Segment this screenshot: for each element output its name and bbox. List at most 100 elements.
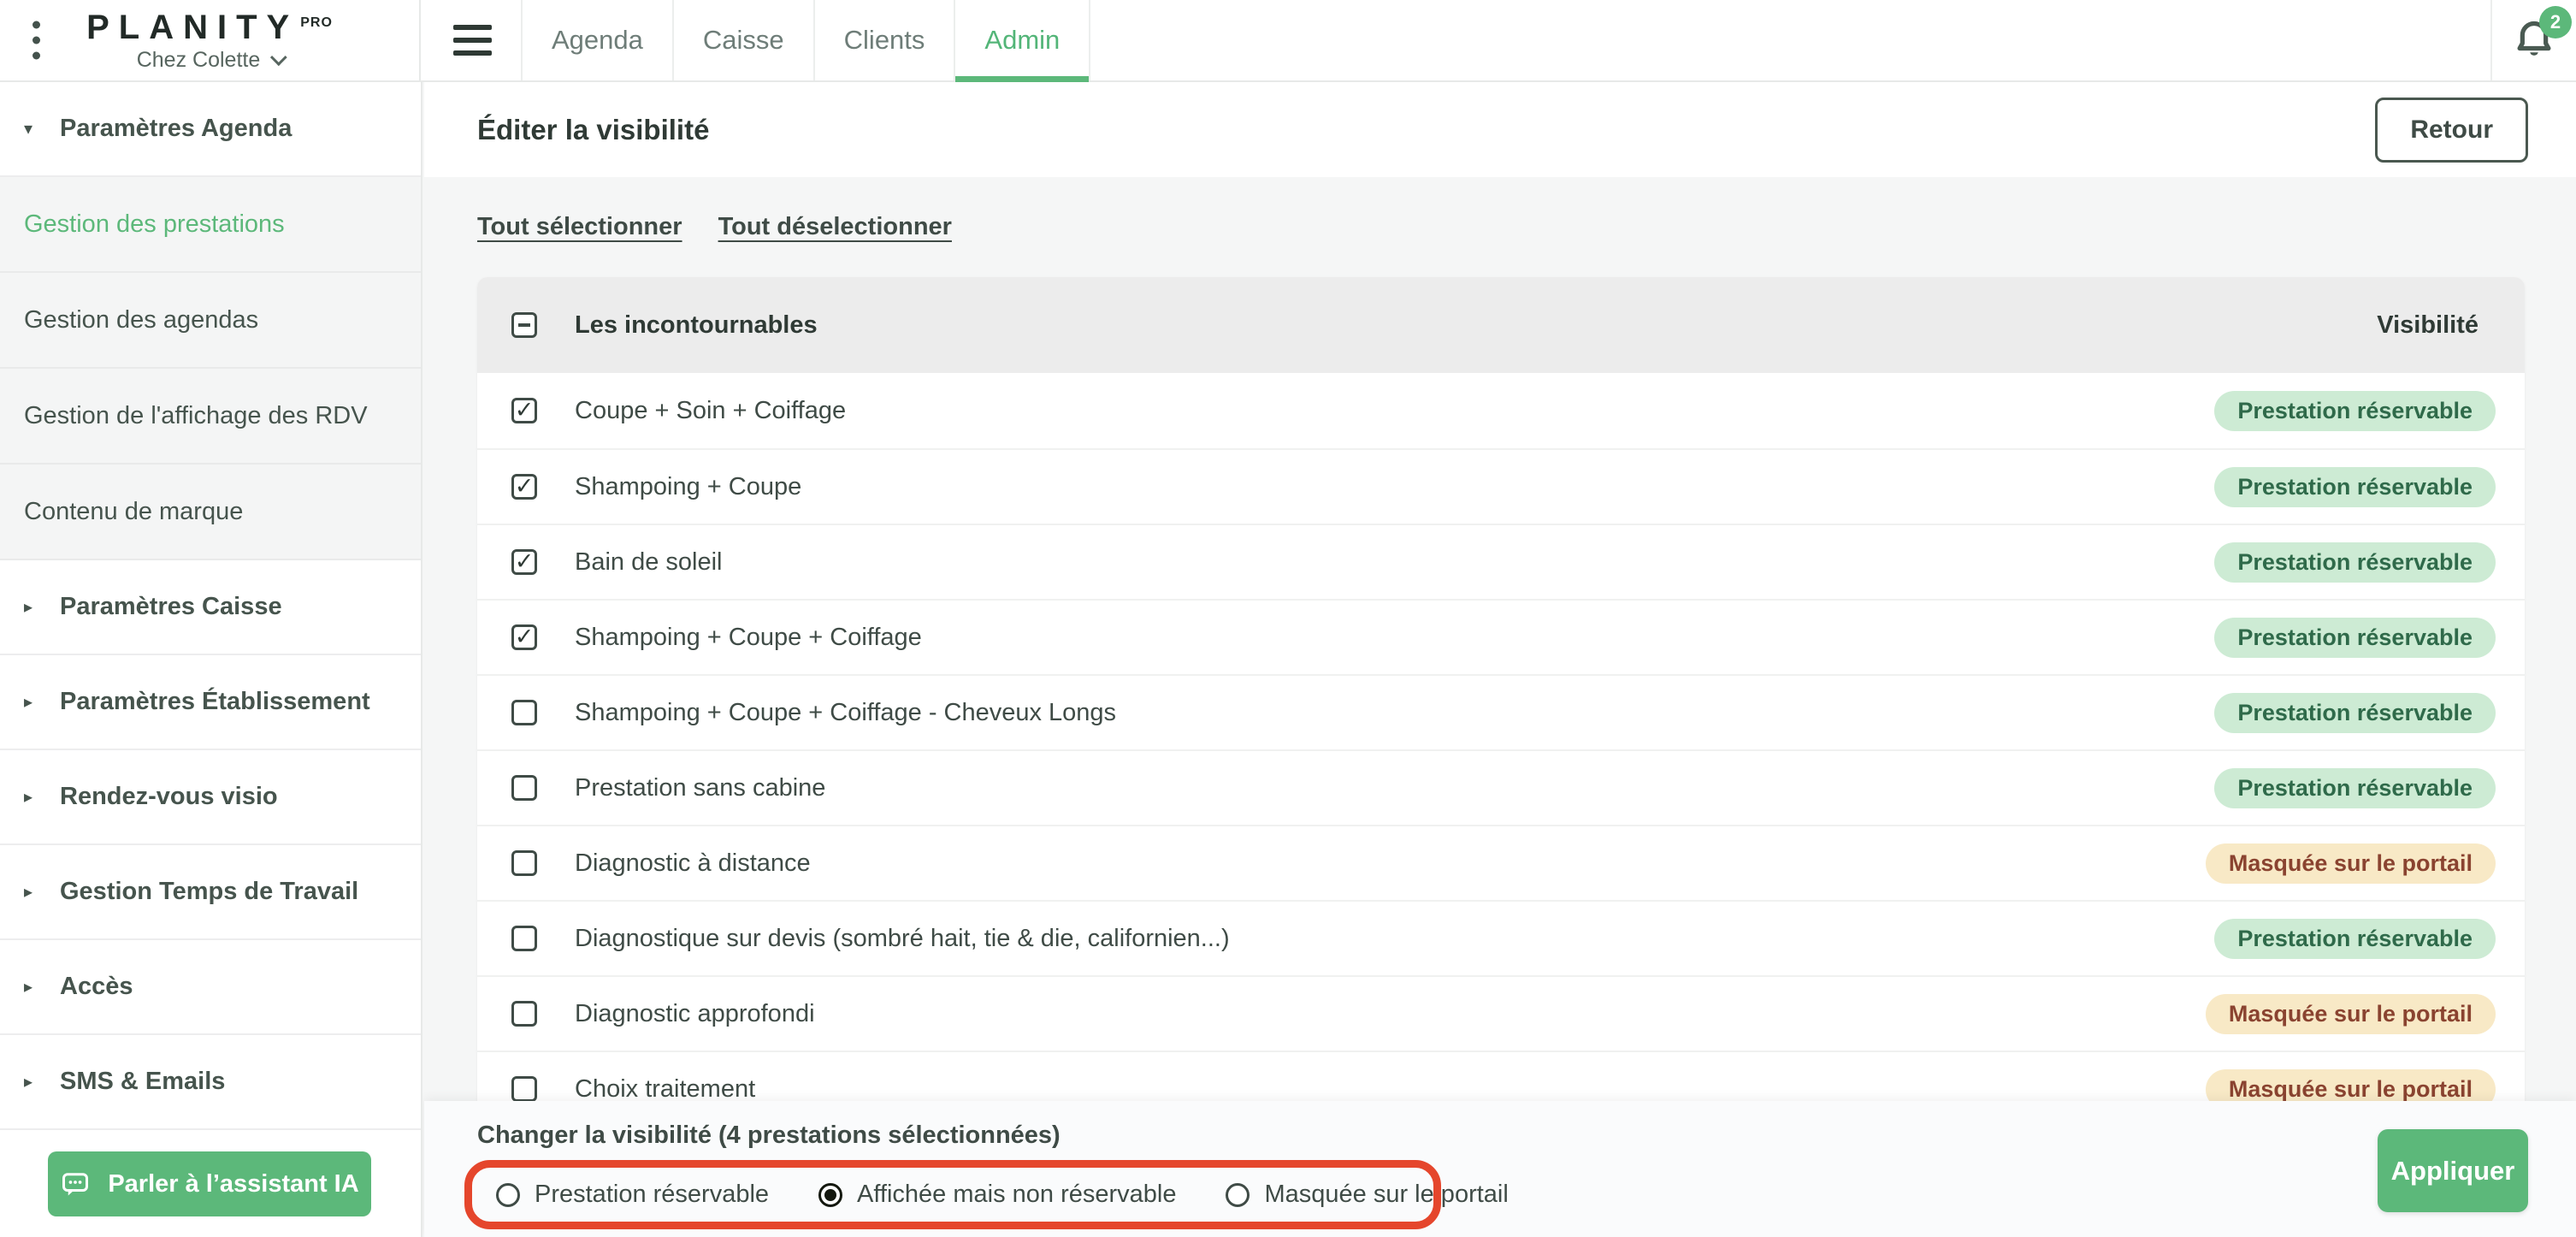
group-checkbox[interactable]: [511, 312, 537, 338]
group-header-row: Les incontournables Visibilité: [477, 277, 2525, 373]
sidebar-item-gestion-des-agendas[interactable]: Gestion des agendas: [0, 273, 421, 369]
tab-clients[interactable]: Clients: [813, 0, 954, 80]
hamburger-menu-icon[interactable]: [453, 25, 492, 56]
ai-assistant-label: Parler à l’assistant IA: [108, 1170, 358, 1199]
radio-icon[interactable]: [496, 1183, 520, 1207]
chat-bubble-icon: [60, 1169, 91, 1199]
status-badge: Prestation réservable: [2214, 919, 2496, 959]
tab-agenda[interactable]: Agenda: [521, 0, 672, 80]
triangle-collapsed-icon: ▸: [24, 786, 44, 808]
page-title: Éditer la visibilité: [477, 114, 709, 146]
deselect-all-link[interactable]: Tout déselectionner: [718, 213, 952, 241]
topbar: PLANITYPRO Chez Colette Agenda Caisse Cl…: [0, 0, 2576, 82]
radio-label: Prestation réservable: [535, 1181, 769, 1209]
prestation-label: Shampoing + Coupe: [575, 473, 801, 501]
ai-assistant-button[interactable]: Parler à l’assistant IA: [48, 1151, 371, 1216]
status-badge: Masquée sur le portail: [2206, 843, 2496, 884]
prestation-label: Choix traitement: [575, 1075, 755, 1104]
prestation-label: Shampoing + Coupe + Coiffage: [575, 624, 922, 652]
row-checkbox[interactable]: [511, 398, 537, 423]
sidebar-item-gestion-affichage-rdv[interactable]: Gestion de l'affichage des RDV: [0, 369, 421, 465]
sidebar-section-label: Paramètres Agenda: [60, 115, 292, 143]
sidebar-item-contenu-de-marque[interactable]: Contenu de marque: [0, 465, 421, 560]
status-badge: Prestation réservable: [2214, 768, 2496, 808]
status-badge: Prestation réservable: [2214, 618, 2496, 658]
notification-count-badge[interactable]: 2: [2539, 6, 2572, 38]
group-title: Les incontournables: [575, 311, 818, 340]
prestation-label: Diagnostique sur devis (sombré hait, tie…: [575, 925, 1230, 953]
planity-admin-app: PLANITYPRO Chez Colette Agenda Caisse Cl…: [0, 0, 2576, 1237]
bottom-action-bar: Changer la visibilité (4 prestations sél…: [424, 1101, 2576, 1237]
table-row: Diagnostic à distance Masquée sur le por…: [477, 825, 2525, 900]
row-checkbox[interactable]: [511, 775, 537, 801]
row-checkbox[interactable]: [511, 700, 537, 725]
status-badge: Masquée sur le portail: [2206, 994, 2496, 1034]
sidebar-section-gestion-temps-travail[interactable]: ▸ Gestion Temps de Travail: [0, 845, 421, 940]
annotation-highlight: Prestation réservable Affichée mais non …: [464, 1160, 1441, 1229]
row-checkbox[interactable]: [511, 549, 537, 575]
brand-area: PLANITYPRO Chez Colette: [0, 0, 421, 80]
status-badge: Prestation réservable: [2214, 391, 2496, 431]
row-checkbox[interactable]: [511, 474, 537, 500]
prestation-label: Diagnostic à distance: [575, 849, 811, 878]
radio-affichee-non-reservable[interactable]: Affichée mais non réservable: [818, 1181, 1176, 1209]
row-checkbox[interactable]: [511, 624, 537, 650]
status-badge: Prestation réservable: [2214, 693, 2496, 733]
triangle-expanded-icon: ▾: [24, 118, 44, 139]
change-visibility-label: Changer la visibilité (4 prestations sél…: [477, 1122, 1061, 1150]
brand-name: PLANITYPRO: [86, 9, 333, 45]
sidebar-section-label: SMS & Emails: [60, 1068, 225, 1096]
sidebar-section-label: Paramètres Établissement: [60, 688, 370, 716]
top-navigation: Agenda Caisse Clients Admin 2: [421, 0, 2576, 80]
prestation-label: Shampoing + Coupe + Coiffage - Cheveux L…: [575, 699, 1116, 727]
page-header: Éditer la visibilité Retour: [424, 82, 2576, 177]
sidebar-item-gestion-des-prestations[interactable]: Gestion des prestations: [0, 177, 421, 273]
triangle-collapsed-icon: ▸: [24, 691, 44, 713]
triangle-collapsed-icon: ▸: [24, 1071, 44, 1092]
sidebar-section-label: Paramètres Caisse: [60, 593, 282, 621]
content-area: Tout sélectionner Tout déselectionner Le…: [424, 177, 2576, 1126]
row-checkbox[interactable]: [511, 1076, 537, 1102]
table-row: Shampoing + Coupe Prestation réservable: [477, 448, 2525, 524]
row-checkbox[interactable]: [511, 1001, 537, 1027]
tab-admin[interactable]: Admin: [954, 0, 1090, 80]
apply-button[interactable]: Appliquer: [2378, 1129, 2528, 1212]
tab-caisse[interactable]: Caisse: [672, 0, 813, 80]
main-content: Éditer la visibilité Retour Tout sélecti…: [424, 82, 2576, 1237]
triangle-collapsed-icon: ▸: [24, 596, 44, 618]
brand-logo: PLANITYPRO Chez Colette: [86, 9, 333, 71]
radio-label: Affichée mais non réservable: [857, 1181, 1176, 1209]
sidebar-section-label: Gestion Temps de Travail: [60, 878, 358, 906]
table-row: Diagnostique sur devis (sombré hait, tie…: [477, 900, 2525, 975]
back-button[interactable]: Retour: [2375, 98, 2528, 163]
table-row: Shampoing + Coupe + Coiffage - Cheveux L…: [477, 674, 2525, 749]
sidebar: ▾ Paramètres Agenda Gestion des prestati…: [0, 82, 422, 1237]
row-checkbox[interactable]: [511, 926, 537, 951]
sidebar-section-parametres-etablissement[interactable]: ▸ Paramètres Établissement: [0, 655, 421, 750]
sidebar-section-sms-emails[interactable]: ▸ SMS & Emails: [0, 1035, 421, 1130]
bell-icon[interactable]: 2: [2512, 16, 2556, 64]
sidebar-section-rendez-vous-visio[interactable]: ▸ Rendez-vous visio: [0, 750, 421, 845]
triangle-collapsed-icon: ▸: [24, 881, 44, 903]
prestation-label: Prestation sans cabine: [575, 774, 825, 802]
row-checkbox[interactable]: [511, 850, 537, 876]
table-row: Coupe + Soin + Coiffage Prestation réser…: [477, 373, 2525, 448]
sidebar-section-parametres-caisse[interactable]: ▸ Paramètres Caisse: [0, 560, 421, 655]
table-row: Prestation sans cabine Prestation réserv…: [477, 749, 2525, 825]
brand-suffix: PRO: [300, 15, 333, 30]
notification-area: 2: [2490, 0, 2576, 80]
radio-icon-selected[interactable]: [818, 1183, 842, 1207]
sidebar-section-parametres-agenda[interactable]: ▾ Paramètres Agenda: [0, 82, 421, 177]
radio-prestation-reservable[interactable]: Prestation réservable: [496, 1181, 769, 1209]
sidebar-section-label: Accès: [60, 973, 133, 1001]
location-label: Chez Colette: [137, 49, 261, 71]
radio-masquee-portail[interactable]: Masquée sur le portail: [1226, 1181, 1508, 1209]
table-row: Shampoing + Coupe + Coiffage Prestation …: [477, 599, 2525, 674]
radio-icon[interactable]: [1226, 1183, 1250, 1207]
select-all-link[interactable]: Tout sélectionner: [477, 213, 682, 241]
kebab-menu-icon[interactable]: [27, 16, 45, 65]
sidebar-section-acces[interactable]: ▸ Accès: [0, 940, 421, 1035]
location-selector[interactable]: Chez Colette: [86, 49, 333, 71]
sidebar-section-label: Rendez-vous visio: [60, 783, 278, 811]
chevron-down-icon: [270, 49, 287, 66]
